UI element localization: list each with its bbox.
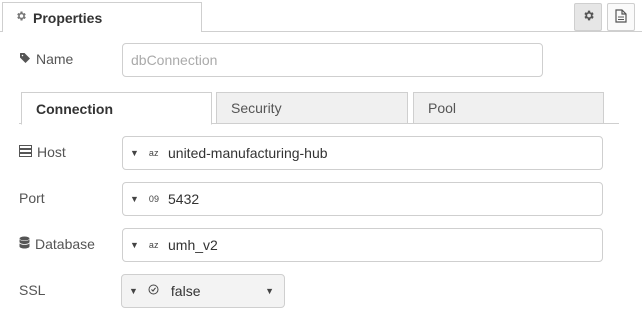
- caret-down-icon: ▼: [130, 194, 139, 204]
- database-label: Database: [19, 236, 95, 252]
- ssl-value: false: [170, 283, 201, 299]
- tab-properties-label: Properties: [33, 9, 103, 26]
- port-input[interactable]: ▼ 09 5432: [122, 182, 603, 216]
- port-type-selector[interactable]: ▼ 09: [123, 183, 168, 215]
- name-label: Name: [19, 51, 73, 67]
- host-input[interactable]: ▼ az united-manufacturing-hub: [122, 136, 603, 170]
- tag-icon: [19, 51, 31, 67]
- gear-icon: [15, 10, 27, 25]
- string-type-icon: az: [148, 148, 159, 158]
- host-label: Host: [19, 144, 66, 160]
- tab-connection[interactable]: Connection: [21, 92, 212, 125]
- caret-down-icon: ▼: [130, 148, 139, 158]
- tab-pool[interactable]: Pool: [413, 92, 604, 124]
- tab-properties[interactable]: Properties: [2, 2, 202, 32]
- database-input[interactable]: ▼ az umh_v2: [122, 228, 603, 262]
- name-input[interactable]: [122, 43, 543, 77]
- tab-security[interactable]: Security: [216, 92, 408, 124]
- document-icon: [615, 8, 627, 26]
- gear-icon: [582, 9, 595, 25]
- chevron-down-icon: ▼: [265, 286, 274, 296]
- caret-down-icon: ▼: [129, 286, 138, 296]
- database-icon: [19, 236, 30, 252]
- server-icon: [19, 144, 32, 160]
- settings-button[interactable]: [574, 3, 602, 31]
- port-value[interactable]: 5432: [168, 191, 199, 207]
- database-type-selector[interactable]: ▼ az: [123, 229, 168, 261]
- caret-down-icon: ▼: [130, 240, 139, 250]
- boolean-type-icon: [148, 284, 159, 298]
- string-type-icon: az: [148, 240, 159, 250]
- host-value[interactable]: united-manufacturing-hub: [168, 145, 328, 161]
- database-value[interactable]: umh_v2: [168, 237, 218, 253]
- description-button[interactable]: [607, 3, 635, 31]
- ssl-label: SSL: [19, 282, 46, 298]
- port-label: Port: [19, 190, 45, 206]
- number-type-icon: 09: [148, 194, 159, 204]
- host-type-selector[interactable]: ▼ az: [123, 137, 168, 169]
- ssl-select[interactable]: ▼ false ▼: [121, 274, 285, 308]
